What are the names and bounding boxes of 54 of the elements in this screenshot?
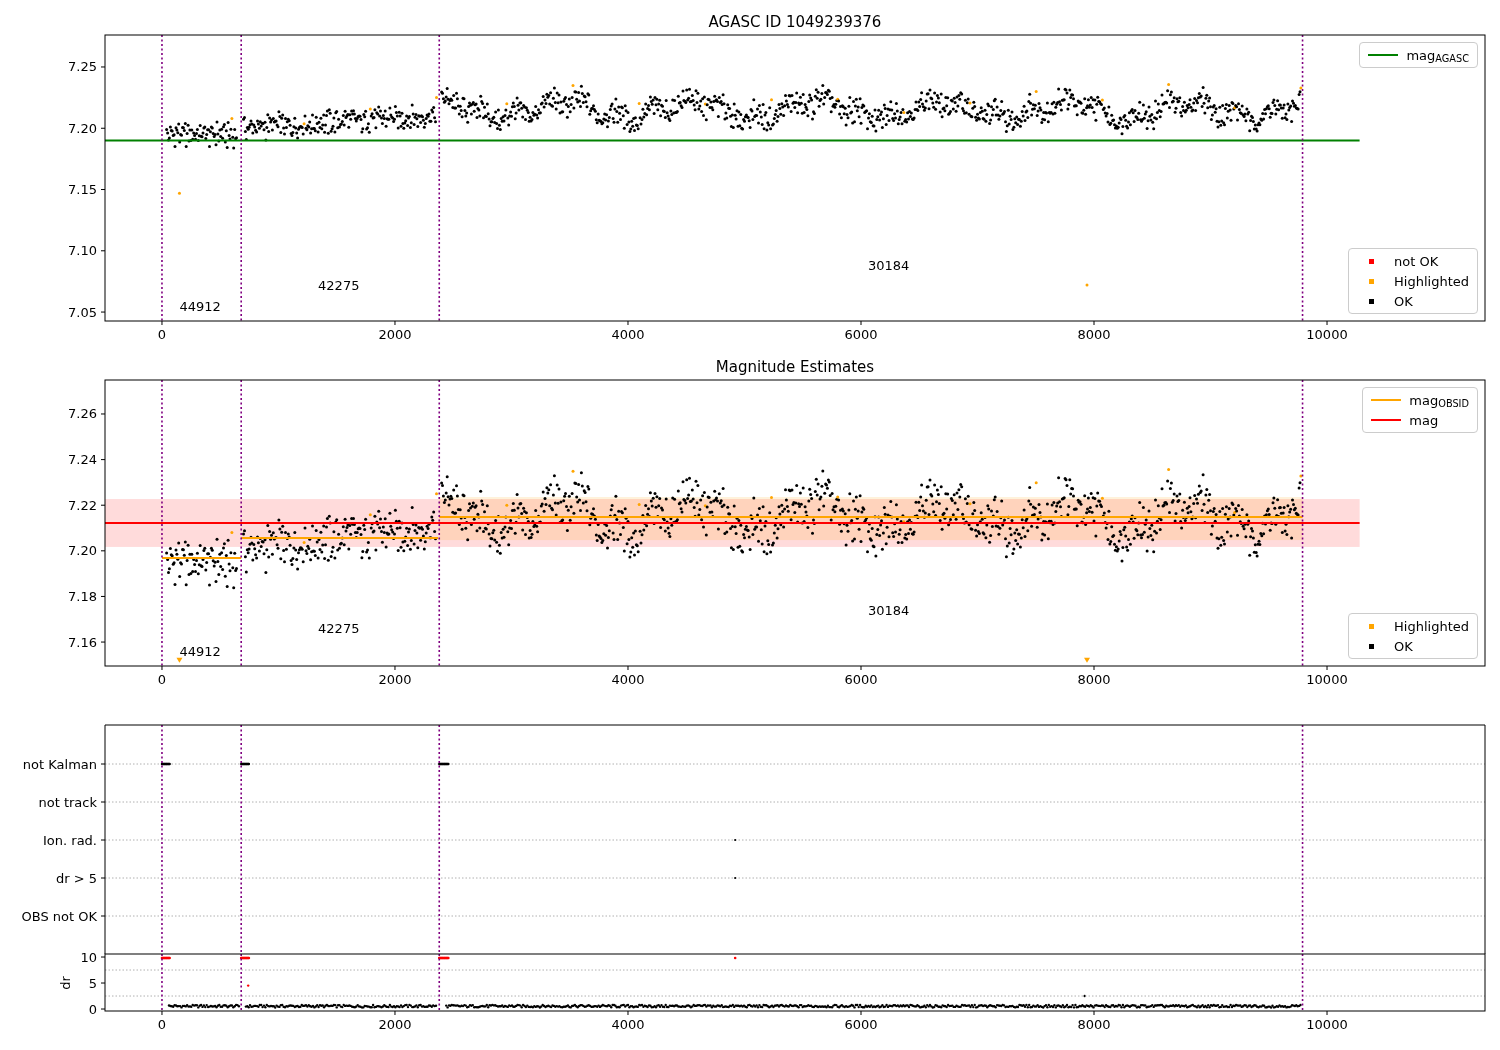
tick-label: 2000	[378, 1017, 412, 1032]
tick-label: 8000	[1077, 672, 1111, 687]
category-label: not track	[38, 794, 97, 810]
tick-label: 10000	[1306, 327, 1348, 342]
category-label: OBS not OK	[21, 908, 97, 924]
legend-label: not OK	[1394, 254, 1439, 268]
tick-label: 6000	[844, 327, 878, 342]
category-label: not Kalman	[22, 756, 97, 772]
tick-label: 8000	[1077, 1017, 1111, 1032]
tick-label: 7.18	[68, 588, 97, 604]
tick-label: 7.10	[68, 243, 97, 259]
tick-label: 2000	[378, 327, 412, 342]
tick-label: 0	[157, 672, 167, 687]
tick-label: 7.20	[68, 543, 97, 559]
legend-label: Highlighted	[1394, 274, 1469, 288]
legend-label: Highlighted	[1394, 619, 1469, 633]
tick-label: 0	[88, 1001, 97, 1017]
tick-label: 4000	[611, 327, 645, 342]
tick-label: 7.22	[68, 497, 97, 513]
tick-label: 7.15	[68, 182, 97, 197]
segment-label: 42275	[318, 278, 360, 293]
tick-label: 2000	[378, 672, 412, 687]
tick-label: 6000	[844, 672, 878, 687]
tick-label: 6000	[844, 1017, 878, 1032]
tick-label: 7.16	[68, 634, 97, 650]
segment-label: 44912	[179, 643, 221, 659]
tick-label: 10	[80, 949, 97, 965]
category-label: Ion. rad.	[43, 832, 97, 848]
tick-label: 5	[88, 975, 97, 991]
tick-label: 7.26	[68, 406, 97, 422]
tick-label: 10000	[1306, 1017, 1348, 1032]
legend-label: OK	[1394, 639, 1413, 653]
tick-label: 7.20	[68, 120, 97, 136]
legend-label: OK	[1394, 294, 1413, 308]
legend-label: mag	[1409, 413, 1439, 427]
segment-label: 30184	[868, 258, 910, 274]
tick-label: 7.24	[68, 452, 97, 468]
axis-label: dr	[58, 976, 73, 990]
segment-label: 42275	[318, 620, 360, 636]
tick-label: 0	[157, 327, 167, 342]
tick-label: 8000	[1077, 327, 1111, 342]
tick-label: 7.25	[68, 59, 97, 75]
legend-label: mag$_{OBSID}$	[1409, 393, 1469, 407]
tick-label: 4000	[611, 672, 645, 687]
legend-label: mag$_{AGASC}$	[1406, 48, 1469, 62]
tick-label: 4000	[611, 1017, 645, 1032]
tick-label: 10000	[1306, 672, 1348, 687]
tick-label: 0	[157, 1017, 167, 1032]
segment-label: 44912	[179, 298, 221, 314]
chart-title: Magnitude Estimates	[715, 358, 875, 376]
tick-label: 7.05	[68, 304, 97, 320]
segment-label: 30184	[868, 602, 910, 618]
chart-title: AGASC ID 1049239376	[708, 13, 882, 31]
category-label: dr > 5	[55, 870, 97, 886]
